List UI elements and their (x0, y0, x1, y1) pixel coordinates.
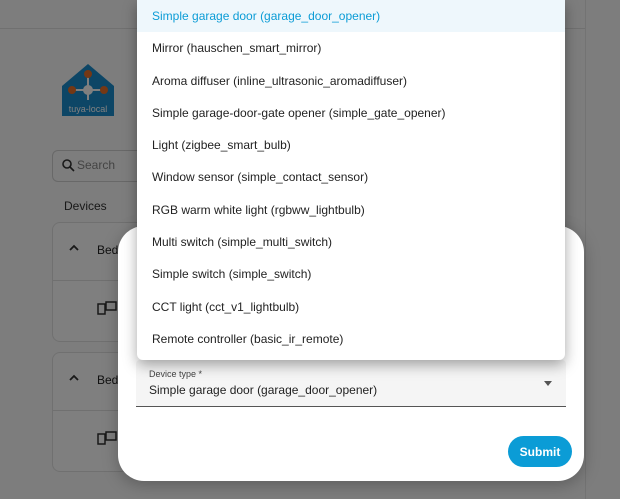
menu-option[interactable]: CCT light (cct_v1_lightbulb) (137, 291, 565, 323)
device-type-value: Simple garage door (garage_door_opener) (149, 383, 378, 397)
menu-option[interactable]: Aroma diffuser (inline_ultrasonic_aromad… (137, 65, 565, 97)
dropdown-arrow-icon[interactable] (544, 381, 552, 386)
device-type-select[interactable]: Device type * Simple garage door (garage… (136, 360, 566, 407)
menu-option[interactable]: Multi switch (simple_multi_switch) (137, 226, 565, 258)
menu-option[interactable]: RGB warm white light (rgbww_lightbulb) (137, 194, 565, 226)
menu-option[interactable]: Window sensor (simple_contact_sensor) (137, 161, 565, 193)
submit-button[interactable]: Submit (508, 436, 572, 467)
menu-option[interactable]: Simple garage door (garage_door_opener) (137, 0, 565, 33)
menu-option[interactable]: Light (zigbee_smart_bulb) (137, 129, 565, 161)
menu-option[interactable]: Remote controller (basic_ir_remote) (137, 323, 565, 355)
menu-option[interactable]: Mirror (hauschen_smart_mirror) (137, 32, 565, 64)
device-type-label: Device type * (149, 369, 203, 379)
menu-option[interactable]: Simple garage-door-gate opener (simple_g… (137, 97, 565, 129)
menu-option[interactable]: Simple switch (simple_switch) (137, 258, 565, 290)
device-type-menu: Simple garage door (garage_door_opener) M… (137, 0, 565, 360)
